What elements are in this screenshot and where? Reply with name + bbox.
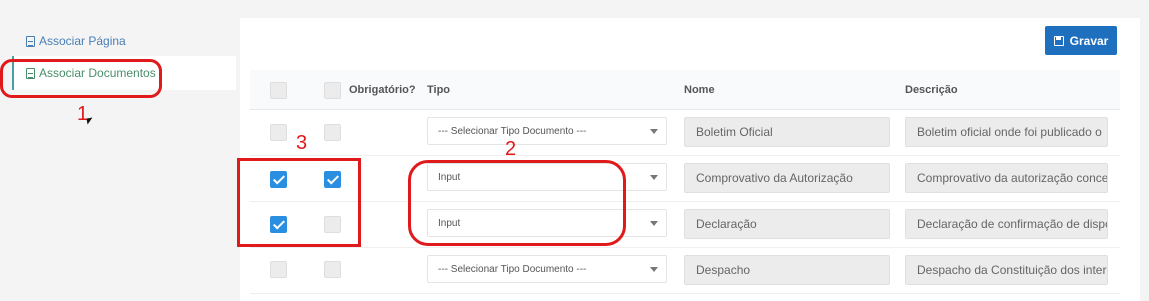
row-required-checkbox[interactable] [324, 124, 341, 141]
header-nome: Nome [684, 84, 715, 96]
documents-table: Obrigatório? Tipo Nome Descrição --- Sel… [250, 70, 1120, 301]
table-row: Input Comprovativo da Autorização Compro… [250, 156, 1120, 202]
nome-field[interactable]: Declaração [684, 209, 890, 239]
tipo-select-value: --- Selecionar Tipo Documento --- [438, 263, 587, 275]
save-button-label: Gravar [1069, 33, 1109, 48]
descricao-field[interactable]: Despacho da Constituição dos inter [905, 255, 1108, 285]
row-select-checkbox[interactable] [270, 261, 287, 278]
nome-field[interactable]: Boletim Oficial [684, 117, 890, 147]
tipo-select-value: --- Selecionar Tipo Documento --- [438, 125, 587, 137]
select-all-checkbox[interactable] [270, 82, 287, 99]
chevron-down-icon [650, 221, 658, 226]
chevron-down-icon [650, 129, 658, 134]
nome-field[interactable]: Comprovativo da Autorização [684, 163, 890, 193]
annotation-ellipse-2 [408, 160, 626, 246]
table-row: --- Selecionar Tipo Documento --- Despac… [250, 248, 1120, 294]
required-all-checkbox[interactable] [324, 82, 341, 99]
descricao-field[interactable]: Boletim oficial onde foi publicado o [905, 117, 1108, 147]
table-header: Obrigatório? Tipo Nome Descrição [250, 70, 1120, 110]
sidebar: Associar Página Associar Documentos [0, 0, 236, 301]
descricao-field[interactable]: Declaração de confirmação de dispo [905, 209, 1108, 239]
descricao-field[interactable]: Comprovativo da autorização conce [905, 163, 1108, 193]
save-button[interactable]: Gravar [1045, 26, 1117, 55]
annotation-rect-3 [237, 158, 361, 247]
annotation-ellipse-1 [0, 59, 162, 98]
sidebar-item-associar-pagina[interactable]: Associar Página [12, 24, 236, 58]
document-icon [26, 35, 35, 47]
header-descricao: Descrição [905, 84, 958, 96]
header-tipo: Tipo [427, 84, 451, 96]
tipo-select[interactable]: --- Selecionar Tipo Documento --- [427, 255, 667, 283]
table-row: Input Declaração Declaração de confirmaç… [250, 202, 1120, 248]
mouse-cursor-icon [86, 117, 94, 125]
chevron-down-icon [650, 175, 658, 180]
header-obrigatorio: Obrigatório? [349, 84, 416, 96]
annotation-label-2: 2 [505, 138, 517, 160]
table-row: --- Selecionar Tipo Documento --- Boleti… [250, 110, 1120, 156]
floppy-disk-icon [1053, 35, 1064, 46]
annotation-label-3: 3 [296, 132, 308, 154]
nome-field[interactable]: Despacho [684, 255, 890, 285]
chevron-down-icon [650, 267, 658, 272]
sidebar-item-label: Associar Página [39, 34, 126, 48]
row-select-checkbox[interactable] [270, 124, 287, 141]
tipo-select[interactable]: --- Selecionar Tipo Documento --- [427, 117, 667, 145]
row-required-checkbox[interactable] [324, 261, 341, 278]
